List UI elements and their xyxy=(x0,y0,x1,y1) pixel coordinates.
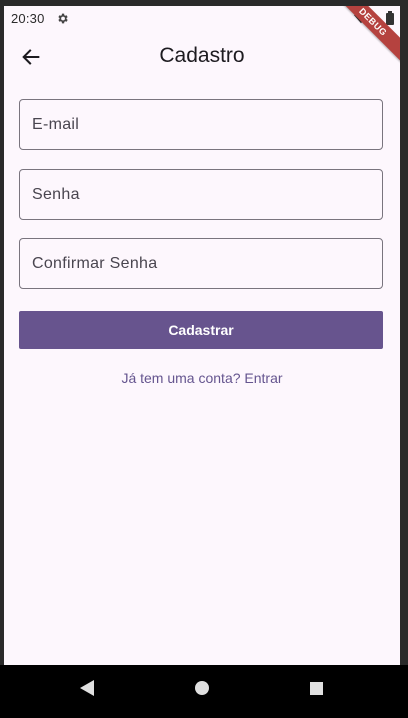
gear-icon xyxy=(58,13,68,24)
password-input[interactable] xyxy=(20,170,382,219)
confirm-password-field[interactable] xyxy=(19,238,383,289)
nav-home-icon[interactable] xyxy=(194,680,210,696)
password-field[interactable] xyxy=(19,169,383,220)
confirm-password-input[interactable] xyxy=(20,239,382,288)
app-bar: Cadastro xyxy=(4,32,400,82)
status-time: 20:30 xyxy=(11,11,45,26)
battery-icon xyxy=(386,11,394,25)
system-nav-bar xyxy=(0,665,408,718)
nav-recents-icon[interactable] xyxy=(310,682,323,695)
page-title: Cadastro xyxy=(159,44,245,67)
email-input[interactable] xyxy=(20,100,382,149)
login-link[interactable]: Já tem uma conta? Entrar xyxy=(4,370,400,386)
email-field[interactable] xyxy=(19,99,383,150)
app-screen: 20:30 DEBUG Cadastro E-mail Cadastrar Já… xyxy=(4,6,400,665)
register-button[interactable]: Cadastrar xyxy=(19,311,383,349)
nav-back-icon[interactable] xyxy=(79,679,95,697)
device-frame: 20:30 DEBUG Cadastro E-mail Cadastrar Já… xyxy=(0,0,408,718)
status-bar: 20:30 DEBUG xyxy=(4,6,400,67)
